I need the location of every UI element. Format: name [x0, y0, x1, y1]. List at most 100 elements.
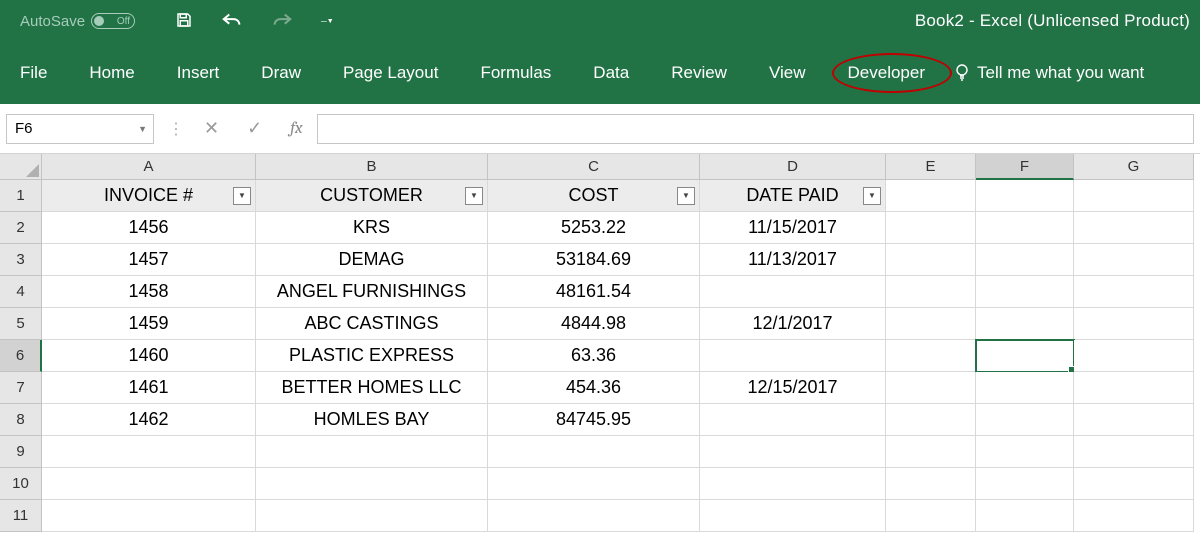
- cell-B5[interactable]: ABC CASTINGS: [256, 308, 488, 340]
- column-header-B[interactable]: B: [256, 154, 488, 180]
- filter-button-D[interactable]: ▼: [863, 187, 881, 205]
- enter-icon[interactable]: ✓: [247, 118, 262, 139]
- cell-C9[interactable]: [488, 436, 700, 468]
- row-header-6[interactable]: 6: [0, 340, 42, 372]
- cell-G1[interactable]: [1074, 180, 1194, 212]
- row-header-8[interactable]: 8: [0, 404, 42, 436]
- cell-E2[interactable]: [886, 212, 976, 244]
- cell-C4[interactable]: 48161.54: [488, 276, 700, 308]
- cell-B3[interactable]: DEMAG: [256, 244, 488, 276]
- spreadsheet-grid[interactable]: ABCDEFG1INVOICE #▼CUSTOMER▼COST▼DATE PAI…: [0, 154, 1200, 532]
- cell-G3[interactable]: [1074, 244, 1194, 276]
- cell-F11[interactable]: [976, 500, 1074, 532]
- tab-insert[interactable]: Insert: [177, 55, 220, 91]
- cell-E7[interactable]: [886, 372, 976, 404]
- tab-review[interactable]: Review: [671, 55, 727, 91]
- cell-C6[interactable]: 63.36: [488, 340, 700, 372]
- cell-A8[interactable]: 1462: [42, 404, 256, 436]
- cell-A1[interactable]: INVOICE #▼: [42, 180, 256, 212]
- cell-B7[interactable]: BETTER HOMES LLC: [256, 372, 488, 404]
- cell-C5[interactable]: 4844.98: [488, 308, 700, 340]
- cell-F1[interactable]: [976, 180, 1074, 212]
- cell-B9[interactable]: [256, 436, 488, 468]
- cell-C8[interactable]: 84745.95: [488, 404, 700, 436]
- cell-E5[interactable]: [886, 308, 976, 340]
- cell-E6[interactable]: [886, 340, 976, 372]
- cell-A5[interactable]: 1459: [42, 308, 256, 340]
- cell-F2[interactable]: [976, 212, 1074, 244]
- filter-button-A[interactable]: ▼: [233, 187, 251, 205]
- cell-G6[interactable]: [1074, 340, 1194, 372]
- cell-A10[interactable]: [42, 468, 256, 500]
- qat-customize-icon[interactable]: ─▼: [321, 17, 333, 26]
- cell-B10[interactable]: [256, 468, 488, 500]
- cell-B2[interactable]: KRS: [256, 212, 488, 244]
- cell-D8[interactable]: [700, 404, 886, 436]
- cell-E8[interactable]: [886, 404, 976, 436]
- row-header-10[interactable]: 10: [0, 468, 42, 500]
- cell-A3[interactable]: 1457: [42, 244, 256, 276]
- column-header-F[interactable]: F: [976, 154, 1074, 180]
- row-header-5[interactable]: 5: [0, 308, 42, 340]
- cell-G5[interactable]: [1074, 308, 1194, 340]
- column-header-G[interactable]: G: [1074, 154, 1194, 180]
- cell-A2[interactable]: 1456: [42, 212, 256, 244]
- cell-D4[interactable]: [700, 276, 886, 308]
- cell-F3[interactable]: [976, 244, 1074, 276]
- cell-A9[interactable]: [42, 436, 256, 468]
- autosave-switch[interactable]: Off: [91, 13, 135, 29]
- save-icon[interactable]: [175, 11, 193, 32]
- cell-D9[interactable]: [700, 436, 886, 468]
- tell-me-search[interactable]: Tell me what you want: [955, 63, 1144, 83]
- cell-B8[interactable]: HOMLES BAY: [256, 404, 488, 436]
- cell-E10[interactable]: [886, 468, 976, 500]
- cell-A11[interactable]: [42, 500, 256, 532]
- cell-A4[interactable]: 1458: [42, 276, 256, 308]
- column-header-A[interactable]: A: [42, 154, 256, 180]
- cell-F6[interactable]: [976, 340, 1074, 372]
- cell-D7[interactable]: 12/15/2017: [700, 372, 886, 404]
- cell-B1[interactable]: CUSTOMER▼: [256, 180, 488, 212]
- cell-G2[interactable]: [1074, 212, 1194, 244]
- cell-D10[interactable]: [700, 468, 886, 500]
- cell-D3[interactable]: 11/13/2017: [700, 244, 886, 276]
- cell-C7[interactable]: 454.36: [488, 372, 700, 404]
- cell-F9[interactable]: [976, 436, 1074, 468]
- redo-icon[interactable]: [271, 11, 293, 32]
- cell-G9[interactable]: [1074, 436, 1194, 468]
- column-header-C[interactable]: C: [488, 154, 700, 180]
- tab-data[interactable]: Data: [593, 55, 629, 91]
- filter-button-C[interactable]: ▼: [677, 187, 695, 205]
- name-box[interactable]: F6 ▼: [6, 114, 154, 144]
- column-header-E[interactable]: E: [886, 154, 976, 180]
- row-header-4[interactable]: 4: [0, 276, 42, 308]
- cell-D2[interactable]: 11/15/2017: [700, 212, 886, 244]
- cell-G10[interactable]: [1074, 468, 1194, 500]
- select-all-corner[interactable]: [0, 154, 42, 180]
- autosave-toggle[interactable]: AutoSave Off: [20, 13, 135, 30]
- cell-G11[interactable]: [1074, 500, 1194, 532]
- cell-F10[interactable]: [976, 468, 1074, 500]
- tab-file[interactable]: File: [20, 55, 47, 91]
- cell-C10[interactable]: [488, 468, 700, 500]
- tab-draw[interactable]: Draw: [261, 55, 301, 91]
- cell-A6[interactable]: 1460: [42, 340, 256, 372]
- cell-E3[interactable]: [886, 244, 976, 276]
- filter-button-B[interactable]: ▼: [465, 187, 483, 205]
- insert-function-icon[interactable]: fx: [290, 119, 302, 138]
- tab-developer[interactable]: Developer: [848, 55, 926, 91]
- cell-E9[interactable]: [886, 436, 976, 468]
- row-header-9[interactable]: 9: [0, 436, 42, 468]
- cell-E4[interactable]: [886, 276, 976, 308]
- cell-C1[interactable]: COST▼: [488, 180, 700, 212]
- cell-C2[interactable]: 5253.22: [488, 212, 700, 244]
- cell-B4[interactable]: ANGEL FURNISHINGS: [256, 276, 488, 308]
- cell-D5[interactable]: 12/1/2017: [700, 308, 886, 340]
- cell-F8[interactable]: [976, 404, 1074, 436]
- cell-G4[interactable]: [1074, 276, 1194, 308]
- row-header-3[interactable]: 3: [0, 244, 42, 276]
- formula-input[interactable]: [317, 114, 1194, 144]
- cell-A7[interactable]: 1461: [42, 372, 256, 404]
- cell-G8[interactable]: [1074, 404, 1194, 436]
- cell-F5[interactable]: [976, 308, 1074, 340]
